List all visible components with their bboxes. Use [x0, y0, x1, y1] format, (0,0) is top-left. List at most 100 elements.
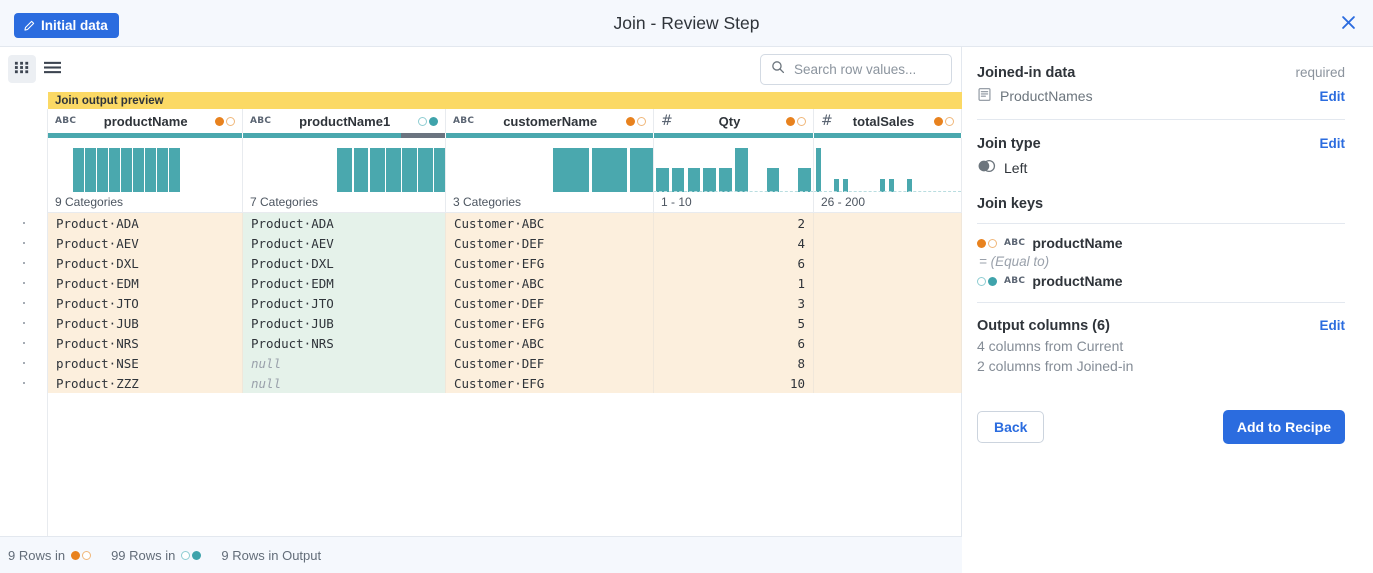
cell-totalSales[interactable]: [814, 313, 962, 333]
cell-productName[interactable]: Product·JUB: [48, 313, 243, 333]
cell-totalSales[interactable]: [814, 273, 962, 293]
venn-left-join-icon: [977, 159, 996, 176]
column-header-productName[interactable]: ABCproductName: [48, 109, 243, 133]
join-type-value: Left: [1004, 160, 1027, 176]
table-row[interactable]: Product·JTOProduct·JTOCustomer·DEF3: [48, 293, 962, 313]
column-header-row: ABCproductNameABCproductName1ABCcustomer…: [48, 109, 962, 133]
row-marker[interactable]: [0, 313, 47, 333]
cell-Qty[interactable]: 8: [654, 353, 814, 373]
cell-productName1[interactable]: Product·DXL: [243, 253, 446, 273]
cell-Qty[interactable]: 6: [654, 253, 814, 273]
cell-Qty[interactable]: 4: [654, 233, 814, 253]
cell-Qty[interactable]: 6: [654, 333, 814, 353]
number-type-icon: #: [821, 113, 833, 129]
pencil-icon: [23, 20, 35, 32]
edit-joined-in-data-link[interactable]: Edit: [1320, 89, 1346, 104]
cell-productName[interactable]: Product·DXL: [48, 253, 243, 273]
table-row[interactable]: Product·EDMProduct·EDMCustomer·ABC1: [48, 273, 962, 293]
cell-productName1[interactable]: Product·JTO: [243, 293, 446, 313]
histogram-bar: [434, 148, 446, 192]
output-columns-section: Output columns (6) Edit 4 columns from C…: [977, 318, 1345, 374]
back-button[interactable]: Back: [977, 411, 1044, 443]
histogram-totalSales: [814, 138, 962, 192]
table-row[interactable]: Product·JUBProduct·JUBCustomer·EFG5: [48, 313, 962, 333]
edit-join-type-link[interactable]: Edit: [1320, 136, 1346, 151]
cell-customerName[interactable]: Customer·EFG: [446, 313, 654, 333]
cell-productName[interactable]: Product·EDM: [48, 273, 243, 293]
edit-output-columns-link[interactable]: Edit: [1320, 318, 1346, 333]
cell-productName[interactable]: Product·AEV: [48, 233, 243, 253]
cell-Qty[interactable]: 1: [654, 273, 814, 293]
initial-data-button[interactable]: Initial data: [14, 13, 119, 38]
table-row[interactable]: Product·ZZZnullCustomer·EFG10: [48, 373, 962, 393]
cell-productName1[interactable]: Product·NRS: [243, 333, 446, 353]
cell-totalSales[interactable]: [814, 373, 962, 393]
search-input[interactable]: [792, 61, 941, 78]
row-marker[interactable]: [0, 353, 47, 373]
cell-Qty[interactable]: 2: [654, 213, 814, 233]
table-row[interactable]: Product·ADAProduct·ADACustomer·ABC2: [48, 213, 962, 233]
cell-totalSales[interactable]: [814, 253, 962, 273]
cell-totalSales[interactable]: [814, 213, 962, 233]
table-row[interactable]: product·NSEnullCustomer·DEF8: [48, 353, 962, 373]
list-view-button[interactable]: [38, 55, 66, 83]
cell-customerName[interactable]: Customer·ABC: [446, 213, 654, 233]
cell-productName1[interactable]: Product·EDM: [243, 273, 446, 293]
cell-productName1[interactable]: Product·ADA: [243, 213, 446, 233]
grid-view-button[interactable]: [8, 55, 36, 83]
search-row-values[interactable]: [760, 54, 952, 85]
cell-productName[interactable]: Product·NRS: [48, 333, 243, 353]
cell-productName[interactable]: Product·JTO: [48, 293, 243, 313]
cell-totalSales[interactable]: [814, 233, 962, 253]
cell-totalSales[interactable]: [814, 353, 962, 373]
row-marker[interactable]: [0, 213, 47, 233]
cell-productName1[interactable]: null: [243, 353, 446, 373]
column-header-Qty[interactable]: #Qty: [654, 109, 814, 133]
row-marker[interactable]: [0, 253, 47, 273]
output-columns-title: Output columns (6): [977, 318, 1110, 334]
histogram-bar: [816, 148, 821, 192]
row-marker[interactable]: [0, 233, 47, 253]
join-key-operator: = (Equal to): [979, 254, 1345, 269]
row-marker[interactable]: [0, 293, 47, 313]
close-button[interactable]: [1335, 11, 1361, 37]
cell-customerName[interactable]: Customer·DEF: [446, 233, 654, 253]
cell-Qty[interactable]: 5: [654, 313, 814, 333]
add-to-recipe-button[interactable]: Add to Recipe: [1223, 410, 1345, 444]
cell-customerName[interactable]: Customer·ABC: [446, 273, 654, 293]
histogram-productName: [48, 138, 243, 192]
join-keys-header: Join keys: [977, 196, 1345, 212]
row-marker[interactable]: [0, 333, 47, 353]
grid-toolbar: [0, 47, 962, 92]
divider: [977, 119, 1345, 120]
column-summaries: 9 Categories7 Categories3 Categories1 - …: [48, 192, 962, 213]
cell-customerName[interactable]: Customer·DEF: [446, 353, 654, 373]
cell-productName1[interactable]: Product·JUB: [243, 313, 446, 333]
source-dots-current-icon: [934, 117, 954, 126]
cell-totalSales[interactable]: [814, 333, 962, 353]
row-marker[interactable]: [0, 273, 47, 293]
cell-totalSales[interactable]: [814, 293, 962, 313]
cell-Qty[interactable]: 3: [654, 293, 814, 313]
cell-productName[interactable]: Product·ZZZ: [48, 373, 243, 393]
column-header-totalSales[interactable]: #totalSales: [814, 109, 962, 133]
cell-productName[interactable]: product·NSE: [48, 353, 243, 373]
cell-productName[interactable]: Product·ADA: [48, 213, 243, 233]
cell-customerName[interactable]: Customer·ABC: [446, 333, 654, 353]
cell-productName1[interactable]: Product·AEV: [243, 233, 446, 253]
cell-productName1[interactable]: null: [243, 373, 446, 393]
table-row[interactable]: Product·DXLProduct·DXLCustomer·EFG6: [48, 253, 962, 273]
histogram-bar: [145, 148, 156, 192]
cell-Qty[interactable]: 10: [654, 373, 814, 393]
cell-customerName[interactable]: Customer·DEF: [446, 293, 654, 313]
column-header-productName1[interactable]: ABCproductName1: [243, 109, 446, 133]
number-type-icon: #: [661, 113, 673, 129]
source-dots-current-icon: [626, 117, 646, 126]
table-row[interactable]: Product·NRSProduct·NRSCustomer·ABC6: [48, 333, 962, 353]
join-key-left: ABC productName: [977, 235, 1345, 251]
column-header-customerName[interactable]: ABCcustomerName: [446, 109, 654, 133]
table-row[interactable]: Product·AEVProduct·AEVCustomer·DEF4: [48, 233, 962, 253]
cell-customerName[interactable]: Customer·EFG: [446, 253, 654, 273]
row-marker[interactable]: [0, 373, 47, 393]
cell-customerName[interactable]: Customer·EFG: [446, 373, 654, 393]
